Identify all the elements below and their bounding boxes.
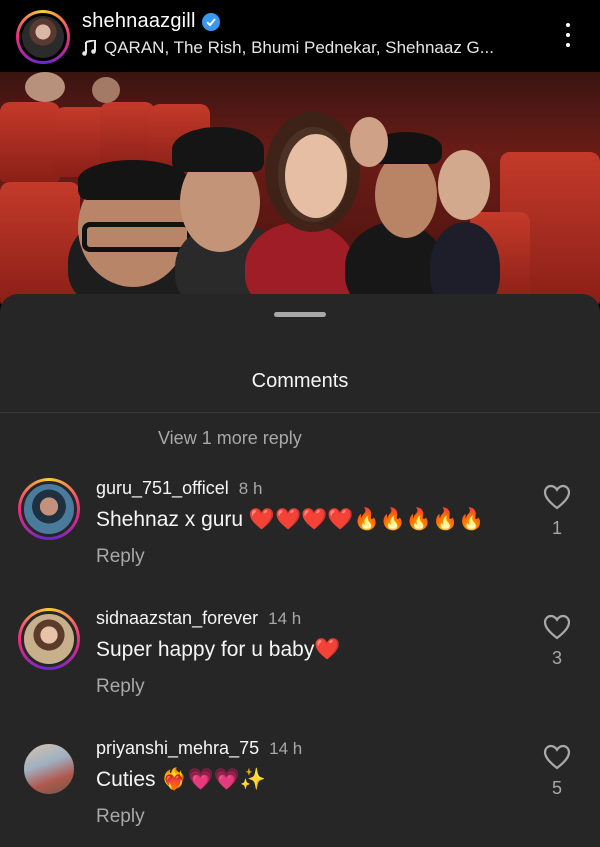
- music-note-icon: [82, 40, 96, 56]
- verified-badge-icon: [201, 12, 220, 31]
- comment-text: Shehnaz x guru ❤️❤️❤️❤️🔥🔥🔥🔥🔥: [96, 508, 485, 531]
- audio-title: QARAN, The Rish, Bhumi Pednekar, Shehnaa…: [104, 38, 494, 57]
- reply-button[interactable]: Reply: [96, 806, 145, 828]
- post-author-row: shehnaazgill: [82, 10, 220, 33]
- comment-timestamp: 8 h: [238, 479, 263, 498]
- avatar: [19, 13, 67, 61]
- comment-username[interactable]: guru_751_officel: [96, 478, 229, 499]
- post-author-username[interactable]: shehnaazgill: [82, 10, 196, 33]
- comment-item: priyanshi_mehra_75 14 h Cuties ❤️‍🔥💗💗✨ R…: [0, 738, 600, 847]
- comment-header: guru_751_officel 8 h: [96, 478, 262, 499]
- comment-timestamp: 14 h: [268, 609, 302, 628]
- comment-username[interactable]: sidnaazstan_forever: [96, 608, 258, 629]
- drag-handle[interactable]: [274, 312, 326, 317]
- divider: [0, 412, 600, 413]
- sheet-title: Comments: [251, 370, 349, 392]
- post-photo[interactable]: [0, 72, 600, 304]
- avatar[interactable]: [18, 738, 80, 800]
- avatar[interactable]: [18, 608, 80, 670]
- comment-timestamp: 14 h: [269, 739, 303, 758]
- heart-outline-icon[interactable]: [543, 744, 571, 770]
- heart-outline-icon[interactable]: [543, 614, 571, 640]
- avatar[interactable]: [18, 478, 80, 540]
- reply-button[interactable]: Reply: [96, 546, 145, 568]
- more-vertical-icon[interactable]: [558, 20, 578, 50]
- comment-username[interactable]: priyanshi_mehra_75: [96, 738, 259, 759]
- comment-item: sidnaazstan_forever 14 h Super happy for…: [0, 608, 600, 728]
- like-count: 3: [551, 648, 562, 668]
- like-count: 5: [551, 778, 562, 798]
- reply-button[interactable]: Reply: [96, 676, 145, 698]
- comment-header: sidnaazstan_forever 14 h: [96, 608, 301, 629]
- comment-text: Super happy for u baby❤️: [96, 638, 341, 661]
- like-count: 1: [551, 518, 562, 538]
- comment-item: guru_751_officel 8 h Shehnaz x guru ❤️❤️…: [0, 478, 600, 598]
- comments-sheet: Comments View 1 more reply guru_751_offi…: [0, 294, 600, 847]
- view-more-replies-button[interactable]: View 1 more reply: [158, 428, 302, 449]
- comment-header: priyanshi_mehra_75 14 h: [96, 738, 302, 759]
- post-author-avatar[interactable]: [16, 10, 70, 64]
- comment-text: Cuties ❤️‍🔥💗💗✨: [96, 768, 266, 791]
- audio-attribution[interactable]: QARAN, The Rish, Bhumi Pednekar, Shehnaa…: [82, 38, 552, 58]
- heart-outline-icon[interactable]: [543, 484, 571, 510]
- post-header: shehnaazgill QARAN, The Rish, Bhumi Pedn…: [0, 0, 600, 72]
